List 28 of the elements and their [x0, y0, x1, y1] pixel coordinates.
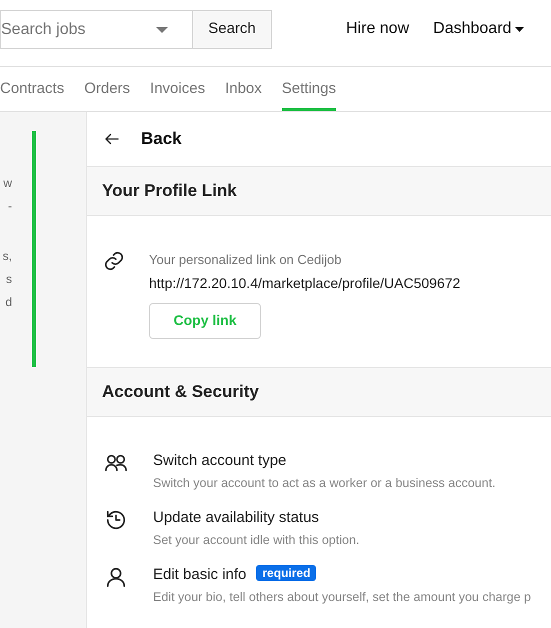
tab[interactable]: Inbox: [225, 67, 262, 111]
link-caption: Your personalized link on Cedijob: [149, 251, 342, 269]
setting-description: Set your account idle with this option.: [153, 532, 360, 549]
search-field[interactable]: Search jobs: [0, 10, 192, 49]
nav-link[interactable]: Dashboard: [433, 17, 524, 41]
profile-url: http://172.20.10.4/marketplace/profile/UAC509672: [149, 274, 460, 293]
section-heading: Account & Security: [87, 367, 551, 417]
setting-description: Switch your account to act as a worker or a business account.: [153, 474, 496, 492]
tab[interactable]: Invoices: [150, 67, 206, 111]
search-button[interactable]: Search: [192, 10, 272, 49]
sidebar-text: d: [4, 294, 12, 311]
nav-link[interactable]: Hire now: [346, 17, 410, 41]
setting-description: Edit your bio, tell others about yourself, set the amount you charge p: [153, 588, 531, 606]
setting-title[interactable]: Edit basic info: [153, 566, 246, 583]
link-icon: [103, 250, 125, 272]
tab[interactable]: Contracts: [0, 67, 64, 111]
sidebar-text: s,: [2, 248, 12, 265]
tab[interactable]: Orders: [84, 67, 130, 111]
sidebar-text: s: [5, 271, 12, 288]
sidebar-text: w: [2, 175, 12, 192]
setting-title[interactable]: Switch account type: [153, 452, 286, 469]
section-heading: Your Profile Link: [87, 166, 551, 216]
required-badge: required: [256, 565, 316, 581]
setting-title[interactable]: Update availability status: [153, 509, 319, 526]
sidebar-text: -: [7, 198, 12, 215]
back-button[interactable]: Back: [103, 126, 182, 152]
caret-icon: [156, 26, 168, 32]
users-icon: [103, 452, 129, 474]
